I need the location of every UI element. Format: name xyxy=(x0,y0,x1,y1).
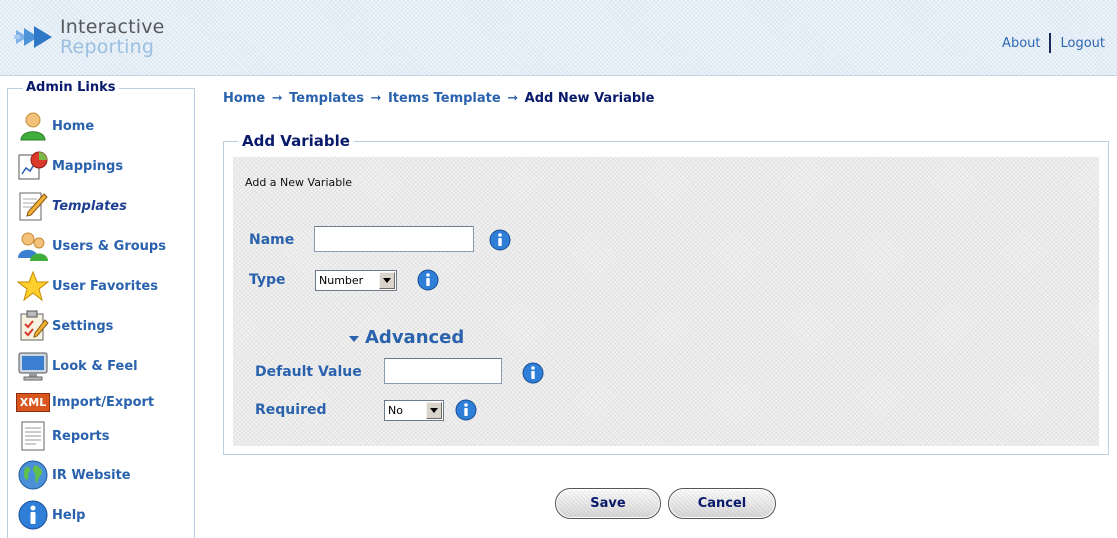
sidebar-item-label: Settings xyxy=(52,318,114,334)
required-info-icon[interactable] xyxy=(455,399,477,421)
name-info-icon[interactable] xyxy=(489,229,511,251)
sidebar-item-label: Reports xyxy=(52,428,110,444)
sidebar-title: Admin Links xyxy=(23,80,119,95)
type-select[interactable]: Number xyxy=(315,270,397,291)
form-area: Add a New Variable Name Type Number Adva… xyxy=(233,157,1099,446)
sidebar-item-import-export[interactable]: XML Import/Export xyxy=(15,385,192,419)
sidebar-item-home[interactable]: Home xyxy=(16,109,192,143)
admin-links-sidebar: Admin Links Home Mappings Templates User… xyxy=(7,80,195,538)
sidebar-item-label: User Favorites xyxy=(52,278,158,294)
sidebar-item-label: Home xyxy=(52,118,95,134)
cancel-button[interactable]: Cancel xyxy=(668,488,776,519)
breadcrumb-arrow-icon: ➞ xyxy=(507,91,519,106)
sidebar-item-label: Mappings xyxy=(52,158,124,174)
sidebar-item-help[interactable]: Help xyxy=(16,498,192,532)
sidebar-item-label: Users & Groups xyxy=(52,238,166,254)
report-document-icon xyxy=(16,419,50,453)
required-select[interactable]: No xyxy=(384,400,444,421)
sidebar-item-label: IR Website xyxy=(52,467,131,483)
advanced-label: Advanced xyxy=(365,327,465,348)
sidebar-item-label: Look & Feel xyxy=(52,358,138,374)
sidebar-item-label: Import/Export xyxy=(52,394,155,410)
add-variable-panel: Add Variable Add a New Variable Name Typ… xyxy=(223,132,1109,455)
type-label: Type xyxy=(249,272,286,288)
save-button[interactable]: Save xyxy=(555,488,661,519)
logo-arrows-icon xyxy=(14,26,52,48)
sidebar-item-settings[interactable]: Settings xyxy=(16,309,192,343)
type-info-icon[interactable] xyxy=(417,269,439,291)
users-icon xyxy=(16,229,50,263)
logout-link[interactable]: Logout xyxy=(1060,36,1105,51)
breadcrumb-templates[interactable]: Templates xyxy=(289,91,364,106)
monitor-icon xyxy=(16,349,50,383)
clipboard-check-icon xyxy=(16,309,50,343)
default-value-label: Default Value xyxy=(255,364,362,380)
required-select-value: No xyxy=(388,404,403,417)
mappings-icon xyxy=(16,149,50,183)
breadcrumb-current: Add New Variable xyxy=(524,91,655,106)
xml-icon: XML xyxy=(15,385,51,419)
help-info-icon xyxy=(16,498,50,532)
breadcrumb-home[interactable]: Home xyxy=(223,91,265,106)
star-icon xyxy=(16,269,50,303)
logo-text-interactive: Interactive xyxy=(60,16,165,38)
logo-text-reporting: Reporting xyxy=(60,36,155,58)
type-select-value: Number xyxy=(319,274,364,287)
header-bar: Interactive Reporting About Logout xyxy=(0,0,1117,76)
chevron-down-icon[interactable] xyxy=(379,272,395,289)
sidebar-item-label: Help xyxy=(52,507,86,523)
name-label: Name xyxy=(249,232,295,248)
about-link[interactable]: About xyxy=(1002,36,1040,51)
sidebar-item-ir-website[interactable]: IR Website xyxy=(16,458,192,492)
sidebar-item-users-groups[interactable]: Users & Groups xyxy=(16,229,192,263)
chevron-down-icon[interactable] xyxy=(426,402,442,419)
default-value-info-icon[interactable] xyxy=(522,362,544,384)
default-value-input[interactable] xyxy=(384,358,502,384)
required-label: Required xyxy=(255,402,327,418)
breadcrumb-items-template[interactable]: Items Template xyxy=(388,91,501,106)
pencil-document-icon xyxy=(16,189,50,223)
sidebar-item-reports[interactable]: Reports xyxy=(16,419,192,453)
name-input[interactable] xyxy=(314,226,474,252)
globe-icon xyxy=(16,458,50,492)
user-icon xyxy=(16,109,50,143)
sidebar-item-label: Templates xyxy=(52,198,127,214)
sidebar-item-look-feel[interactable]: Look & Feel xyxy=(16,349,192,383)
header-links: About Logout xyxy=(1002,33,1105,53)
form-subtitle: Add a New Variable xyxy=(245,176,353,189)
header-link-divider xyxy=(1049,33,1052,53)
breadcrumb: Home ➞ Templates ➞ Items Template ➞ Add … xyxy=(223,91,654,106)
panel-title: Add Variable xyxy=(238,132,354,150)
sidebar-item-user-favorites[interactable]: User Favorites xyxy=(16,269,192,303)
advanced-toggle[interactable]: Advanced xyxy=(349,327,464,348)
sidebar-item-templates[interactable]: Templates xyxy=(16,189,192,223)
app-logo[interactable]: Interactive Reporting xyxy=(14,14,174,60)
breadcrumb-arrow-icon: ➞ xyxy=(271,91,283,106)
triangle-down-icon xyxy=(349,335,359,342)
xml-icon-text: XML xyxy=(15,392,51,412)
sidebar-item-mappings[interactable]: Mappings xyxy=(16,149,192,183)
breadcrumb-arrow-icon: ➞ xyxy=(370,91,382,106)
